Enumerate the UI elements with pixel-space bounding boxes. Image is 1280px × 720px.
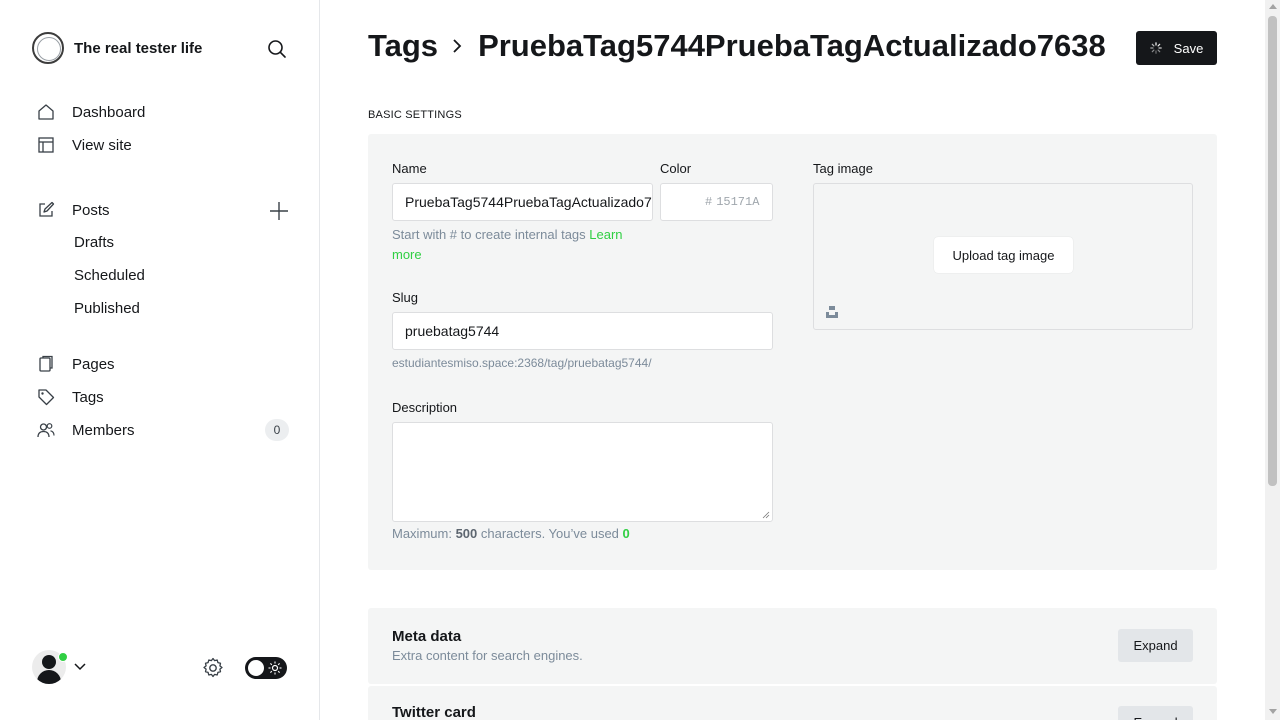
sidebar-item-view-site[interactable]: View site (36, 133, 132, 157)
sidebar-item-label: Pages (72, 355, 115, 373)
counter-prefix: Maximum: (392, 526, 456, 541)
sidebar-item-dashboard[interactable]: Dashboard (36, 100, 145, 124)
counter-mid: characters. You’ve used (477, 526, 623, 541)
online-status-dot (58, 652, 68, 662)
toggle-knob (248, 660, 264, 676)
dark-mode-toggle[interactable] (245, 657, 287, 679)
tag-image-label: Tag image (813, 161, 873, 176)
site-title: The real tester life (74, 39, 203, 57)
slug-url-preview: estudiantesmiso.space:2368/tag/pruebatag… (392, 356, 652, 370)
gear-icon (203, 657, 223, 678)
scrollbar-thumb[interactable] (1268, 16, 1277, 486)
meta-data-title: Meta data (392, 628, 462, 645)
unsplash-icon[interactable] (825, 305, 839, 319)
description-label: Description (392, 400, 458, 415)
layout-icon (36, 135, 56, 155)
meta-data-section: Meta data Extra content for search engin… (368, 608, 1217, 684)
sidebar-item-label: View site (72, 136, 132, 154)
name-label: Name (392, 161, 427, 176)
search-icon (268, 40, 286, 58)
meta-data-expand-button[interactable]: Expand (1118, 629, 1193, 662)
description-textarea[interactable] (392, 422, 773, 522)
members-count-badge: 0 (265, 419, 289, 441)
sidebar-item-scheduled[interactable]: Scheduled (74, 265, 145, 287)
breadcrumb: Tags PruebaTag5744PruebaTagActualizado76… (368, 28, 1106, 64)
breadcrumb-tags-link[interactable]: Tags (368, 28, 438, 64)
tag-name-input[interactable]: PruebaTag5744PruebaTagActualizado7638 (392, 183, 653, 221)
counter-max: 500 (455, 526, 478, 541)
save-label: Save (1173, 40, 1204, 56)
name-hint-text: Start with # to create internal tags (392, 227, 590, 242)
twitter-card-expand-button[interactable]: Expand (1118, 706, 1193, 720)
sidebar-item-posts[interactable]: Posts (36, 198, 110, 222)
sidebar-item-members[interactable]: Members (36, 418, 135, 442)
twitter-card-section: Twitter card Expand (368, 686, 1217, 720)
sidebar-item-label: Dashboard (72, 103, 146, 121)
name-hint: Start with # to create internal tags Lea… (392, 225, 642, 265)
scroll-up-arrow-icon[interactable] (1269, 4, 1277, 9)
search-button[interactable] (264, 36, 290, 62)
tag-image-dropzone[interactable]: Upload tag image (813, 183, 1193, 330)
meta-data-description: Extra content for search engines. (392, 648, 583, 663)
color-value: 15171A (716, 195, 760, 209)
color-hex-input[interactable]: # 15171A (697, 183, 773, 221)
slug-label: Slug (392, 290, 419, 305)
page-icon (36, 354, 56, 374)
sidebar-item-pages[interactable]: Pages (36, 352, 115, 376)
plus-icon (270, 202, 288, 220)
site-brand[interactable]: The real tester life (32, 32, 202, 64)
sidebar-item-label: Posts (72, 201, 110, 219)
page-title: PruebaTag5744PruebaTagActualizado7638 (478, 28, 1106, 63)
scroll-down-arrow-icon[interactable] (1269, 709, 1277, 714)
slug-input[interactable]: pruebatag5744 (392, 312, 773, 350)
twitter-card-title: Twitter card (392, 704, 476, 720)
main-content: Tags PruebaTag5744PruebaTagActualizado76… (320, 0, 1265, 720)
resize-grip-icon[interactable] (762, 511, 770, 519)
counter-used: 0 (622, 526, 630, 541)
save-button[interactable]: Save (1136, 31, 1217, 65)
color-hash: # (705, 195, 713, 209)
site-logo (32, 32, 64, 64)
chevron-down-icon (74, 663, 86, 671)
upload-tag-image-button[interactable]: Upload tag image (934, 237, 1073, 273)
sidebar-item-label: Members (72, 421, 135, 439)
section-title: BASIC SETTINGS (368, 109, 462, 121)
sidebar-item-drafts[interactable]: Drafts (74, 232, 114, 254)
tag-icon (36, 387, 56, 407)
basic-settings-card: Name PruebaTag5744PruebaTagActualizado76… (368, 134, 1217, 570)
sidebar-item-tags[interactable]: Tags (36, 385, 104, 409)
sun-icon (268, 661, 282, 675)
sidebar-item-published[interactable]: Published (74, 298, 140, 320)
character-counter: Maximum: 500 characters. You’ve used 0 (392, 526, 630, 541)
color-swatch[interactable] (660, 183, 698, 221)
color-label: Color (660, 161, 692, 176)
vertical-scrollbar[interactable] (1265, 0, 1280, 720)
chevron-right-icon (452, 37, 464, 55)
spinner-icon (1149, 42, 1162, 54)
sidebar-item-label: Tags (72, 388, 104, 406)
new-post-button[interactable] (268, 200, 290, 222)
sidebar: The real tester life Dashboard View site… (0, 0, 320, 720)
members-icon (36, 420, 56, 440)
settings-button[interactable] (201, 656, 225, 680)
edit-icon (36, 200, 56, 220)
home-icon (36, 102, 56, 122)
